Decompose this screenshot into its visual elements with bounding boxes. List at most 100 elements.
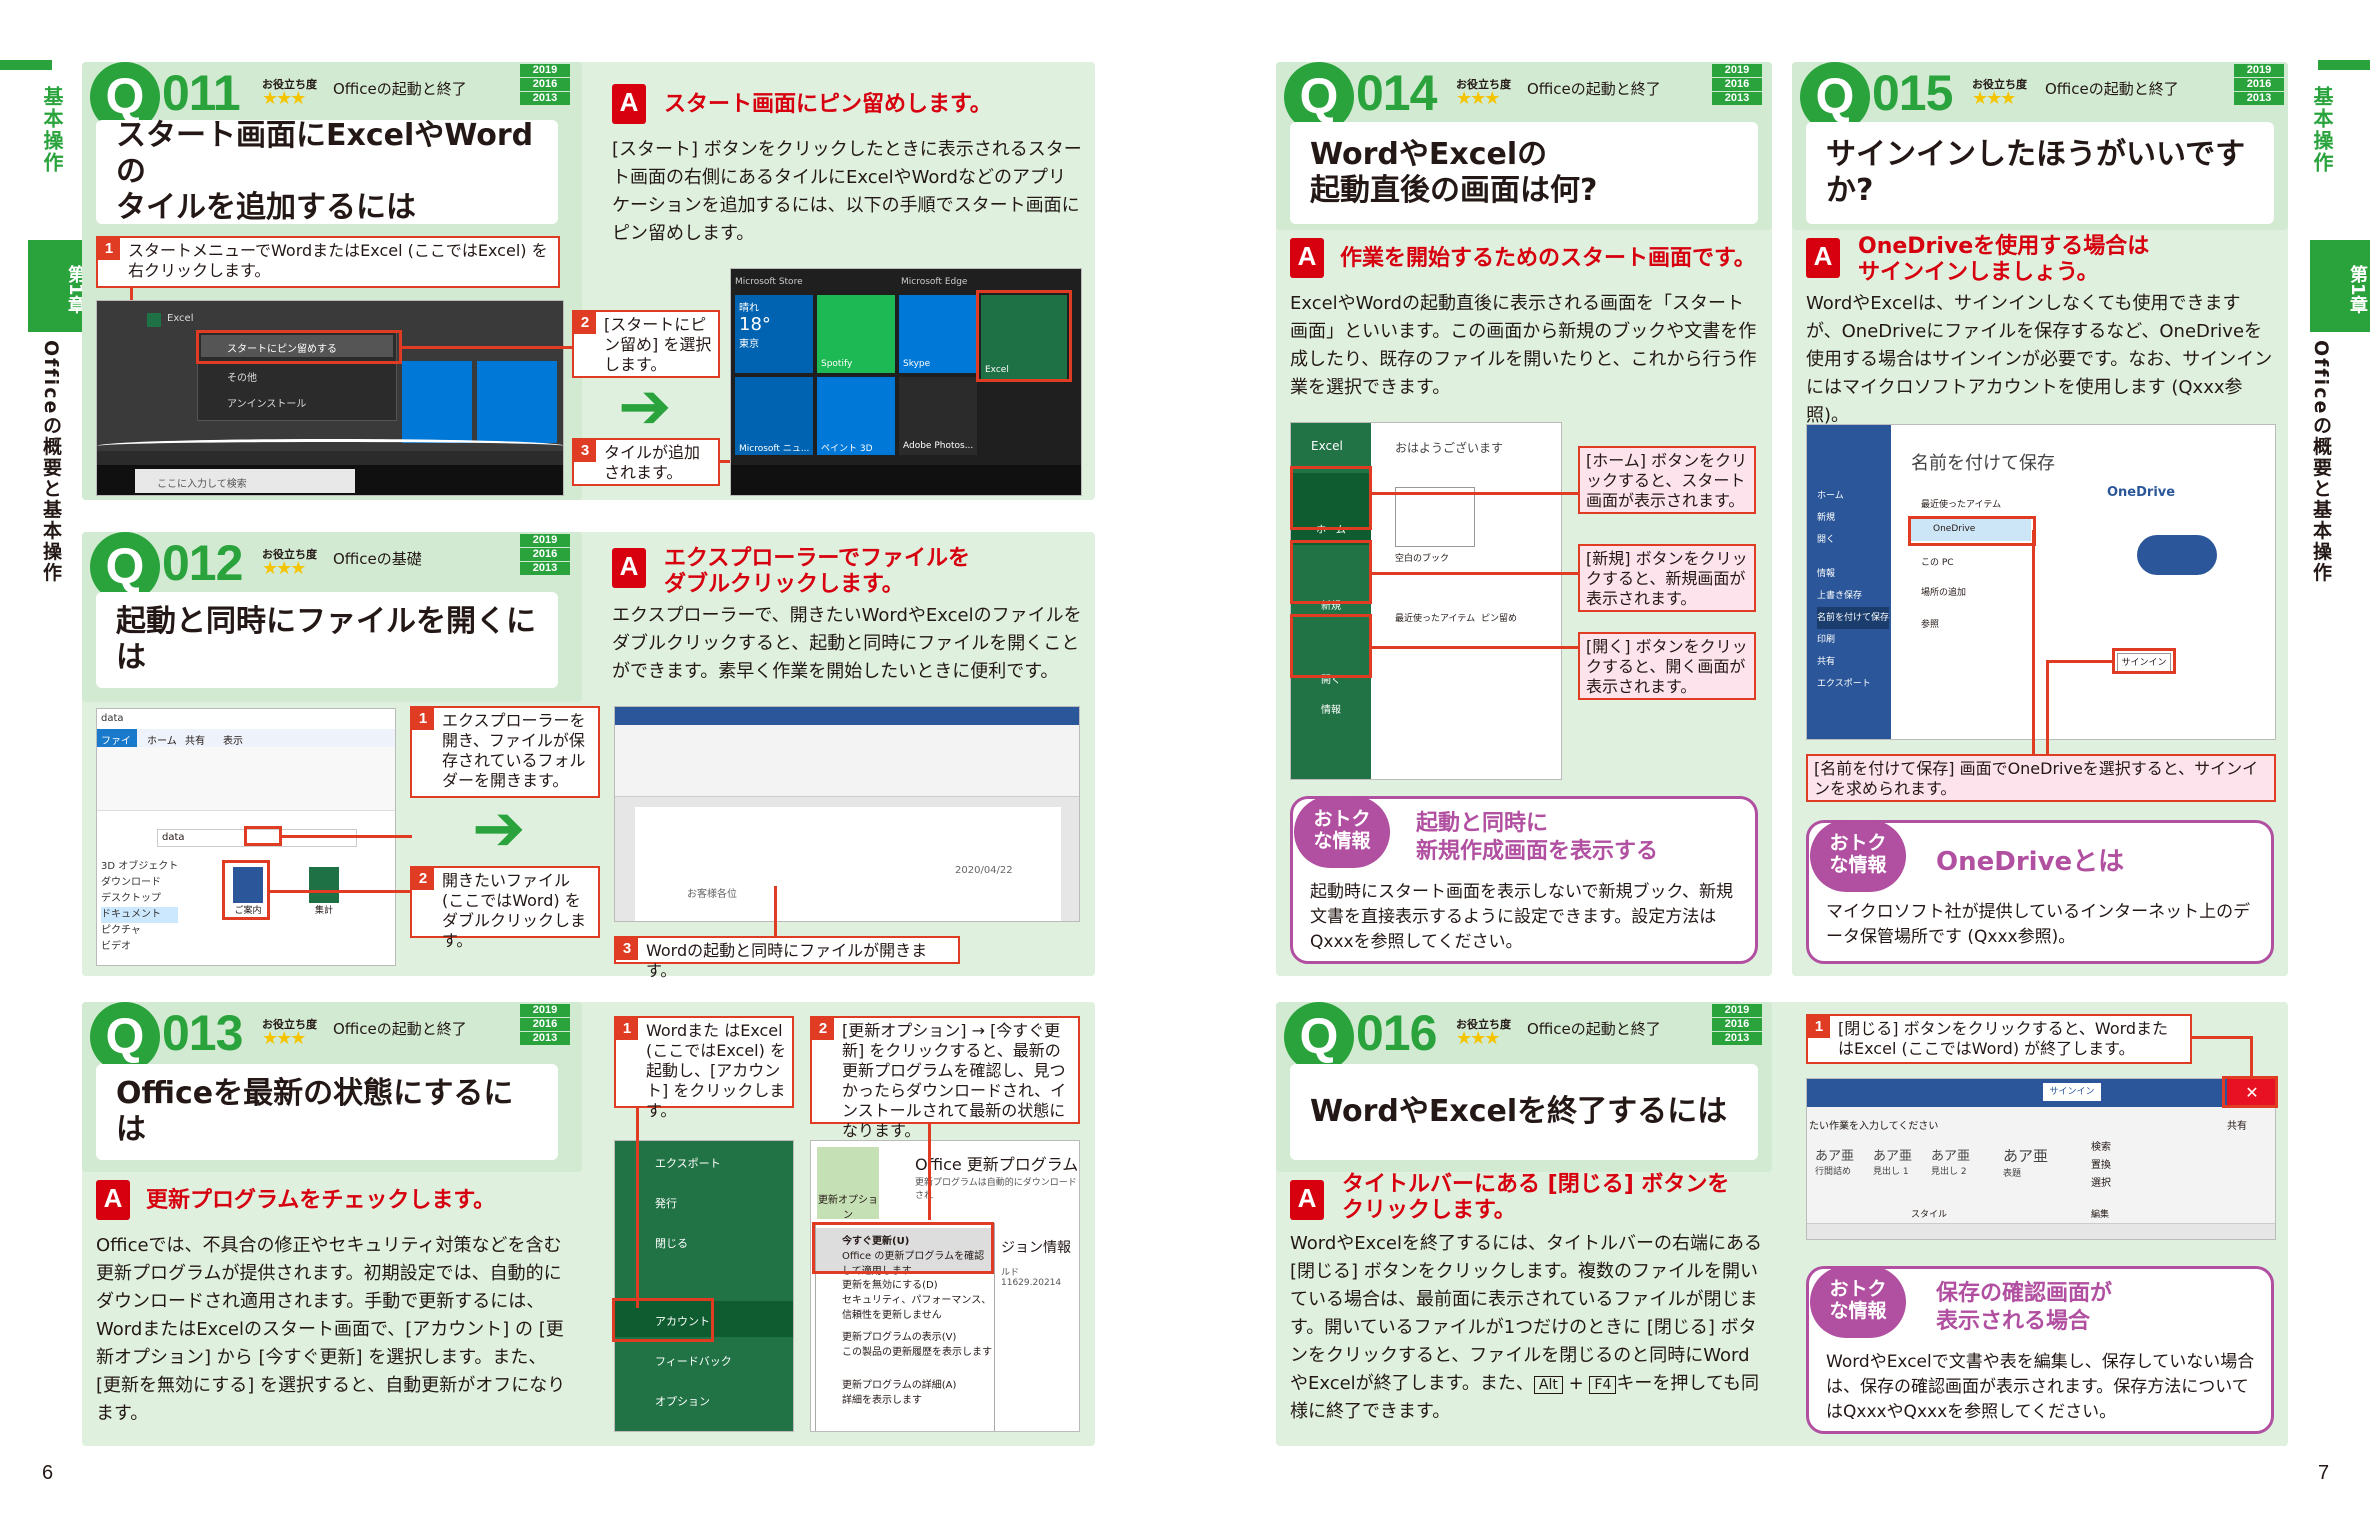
q013-disable-updates[interactable]: 更新を無効にする(D) セキュリティ、パフォーマンス、信頼性を更新しません <box>842 1276 992 1321</box>
q015-browse[interactable]: 参照 <box>1921 617 1939 630</box>
q015-backstage-nav: ホーム 新規 開く 情報 上書き保存 名前を付けて保存 印刷 共有 エクスポート <box>1807 425 1891 739</box>
q012-step2-line <box>270 890 412 893</box>
q016-tip-badge: おトク な情報 <box>1810 1266 1906 1338</box>
q015-caption: [名前を付けて保存] 画面でOneDriveを選択すると、サインインを求められま… <box>1806 754 2276 802</box>
q012-file-excel[interactable]: 集計 <box>303 867 345 925</box>
right-section-label: 基本操作 <box>2310 86 2334 174</box>
q013-view-updates[interactable]: 更新プログラムの表示(V) この製品の更新履歴を表示します <box>842 1328 992 1358</box>
q013-step2: 2 [更新オプション] → [今すぐ更新] をクリックすると、最新の更新プログラム… <box>810 1016 1080 1140</box>
q015-highlight-onedrive <box>1908 516 2036 546</box>
q015-stars: ★★★ <box>1972 88 2016 109</box>
q015-body: WordやExcelは、サインインしなくても使用できますが、OneDriveにフ… <box>1806 293 2273 426</box>
q011-menu-other[interactable]: その他 <box>227 369 257 384</box>
q016-body: WordやExcelを終了するには、タイトルバーの右端にある [閉じる] ボタン… <box>1290 1233 1762 1422</box>
q011-tile-adobe[interactable]: Adobe Photos... <box>899 377 977 455</box>
q014-line1 <box>1372 492 1578 495</box>
q011-arrow-icon: ➔ <box>618 370 672 444</box>
q016-word-ribbon-screenshot: サインイン ✕ たい作業を入力してください 共有 あア亜 行間詰め あア亜 見出し … <box>1806 1078 2276 1240</box>
book-spread: 基本操作 第1章 Officeの概要と基本操作 基本操作 第1章 Officeの… <box>0 0 2370 1513</box>
q014-tip-body: 起動時にスタート画面を表示しないで新規ブック、新規文書を直接表示するように設定で… <box>1310 882 1733 952</box>
q014-answer: 作業を開始するためのスタート画面です。 <box>1340 246 1756 271</box>
q016-tip-title: 保存の確認画面が 表示される場合 <box>1936 1281 2113 1334</box>
q013-menu-options[interactable]: オプション <box>655 1393 710 1409</box>
q013-menu-close[interactable]: 閉じる <box>655 1235 688 1251</box>
q014-callout-open: [開く] ボタンをクリックすると、開く画面が表示されます。 <box>1578 632 1756 700</box>
q013-highlight-account <box>612 1298 714 1342</box>
q014-blank-workbook[interactable] <box>1395 487 1475 547</box>
q011-stars: ★★★ <box>262 88 306 109</box>
q015-this-pc[interactable]: この PC <box>1921 555 1954 568</box>
q014-highlight-new <box>1290 540 1372 604</box>
q011-step2: 2 [スタートにピン留め] を選択します。 <box>572 310 720 378</box>
q012-arrow-icon: ➔ <box>472 792 526 866</box>
q014-a-badge: A <box>1290 238 1324 278</box>
left-chapter-box: 第1章 <box>28 240 88 332</box>
q013-step1-line <box>636 1108 639 1308</box>
q012-step3: 3 Wordの起動と同時にファイルが開きます。 <box>614 936 960 980</box>
q011-tile-skype[interactable]: Skype <box>899 295 977 373</box>
q012-tab-view[interactable]: 表示 <box>223 732 243 747</box>
q013-category: Officeの起動と終了 <box>333 1020 467 1038</box>
q016-answer: タイトルバーにある [閉じる] ボタンを クリックします。 <box>1342 1172 1730 1223</box>
q014-category: Officeの起動と終了 <box>1527 80 1661 98</box>
q012-highlight-word-file <box>222 860 270 920</box>
q013-number: 013 <box>162 1005 243 1061</box>
q012-tab-file[interactable]: ファイル <box>97 729 137 762</box>
q012-word-screenshot: 2020/04/22 お客様各位 <box>614 706 1080 922</box>
q012-tab-home[interactable]: ホーム <box>147 732 177 747</box>
q012-highlight-address <box>244 826 282 846</box>
q011-tile-news[interactable]: Microsoft ニュ... <box>735 377 813 455</box>
q015-recent[interactable]: 最近使ったアイテム <box>1921 497 2001 510</box>
q011-tile-spotify[interactable]: Spotify <box>817 295 895 373</box>
q016-style-title[interactable]: あア亜 表題 <box>2003 1145 2048 1179</box>
q011-highlight-pin <box>196 330 402 364</box>
q012-stars: ★★★ <box>262 558 306 579</box>
q013-title: Officeを最新の状態にするには <box>96 1064 558 1160</box>
q016-title: WordやExcelを終了するには <box>1290 1064 1758 1160</box>
q014-line3 <box>1372 646 1578 649</box>
q011-a-badge: A <box>612 84 646 124</box>
q011-tile-paint[interactable]: ペイント 3D <box>817 377 895 455</box>
q011-step2-line <box>402 346 572 349</box>
q012-title: 起動と同時にファイルを開くには <box>96 592 558 688</box>
right-chapter-box: 第1章 <box>2310 240 2370 332</box>
q015-add-place[interactable]: 場所の追加 <box>1921 585 1966 598</box>
q011-number: 011 <box>162 65 241 121</box>
q014-callout-new: [新規] ボタンをクリックすると、新規画面が表示されます。 <box>1578 544 1756 612</box>
q011-search-box[interactable]: ここに入力して検索 <box>135 469 355 493</box>
q013-update-options-btn[interactable]: 更新オプション <box>817 1147 879 1221</box>
q012-number: 012 <box>162 535 243 591</box>
q011-menu-excel: Excel <box>167 313 194 324</box>
q015-saveas-screenshot: ホーム 新規 開く 情報 上書き保存 名前を付けて保存 印刷 共有 エクスポート 名前を付けて保… <box>1806 424 2276 740</box>
q011-title: スタート画面にExcelやWordの タイルを追加するには <box>96 118 558 225</box>
q013-about-updates[interactable]: 更新プログラムの詳細(A) 詳細を表示します <box>842 1376 992 1406</box>
q011-tile-a <box>402 361 472 443</box>
q016-style-3[interactable]: あア亜 見出し 2 <box>1931 1145 1970 1177</box>
q013-menu-feedback[interactable]: フィードバック <box>655 1353 732 1369</box>
q011-wave <box>97 439 563 453</box>
q013-answer: 更新プログラムをチェックします。 <box>146 1188 496 1213</box>
q016-signin-btn[interactable]: サインイン <box>2043 1083 2101 1101</box>
q012-tab-share[interactable]: 共有 <box>185 732 205 747</box>
q012-body: エクスプローラーで、開きたいWordやExcelのファイルをダブルクリックすると… <box>612 605 1082 682</box>
q011-tile-weather[interactable]: 晴れ 18° 東京 <box>735 295 813 373</box>
q012-step1: 1 エクスプローラーを開き、ファイルが保存されているフォルダーを開きます。 <box>410 706 600 798</box>
q011-menu-uninstall[interactable]: アンインストール <box>227 395 306 410</box>
right-chapter-title: Officeの概要と基本操作 <box>2310 340 2332 584</box>
q015-title: サインインしたほうがいいですか? <box>1806 122 2274 224</box>
q014-title: WordやExcelの 起動直後の画面は何? <box>1290 122 1758 224</box>
q013-menu-publish[interactable]: 発行 <box>655 1195 677 1211</box>
q016-style-2[interactable]: あア亜 見出し 1 <box>1873 1145 1912 1177</box>
q011-step1: 1 スタートメニューでWordまたはExcel (ここではExcel) を右クリッ… <box>96 236 560 288</box>
q013-menu-export[interactable]: エクスポート <box>655 1155 721 1171</box>
q014-nav-info[interactable]: 情報 <box>1321 701 1341 716</box>
q012-nav-pane: 3D オブジェクト ダウンロード デスクトップ ドキュメント ピクチャ ビデオ <box>101 861 179 952</box>
q016-share[interactable]: 共有 <box>2227 1117 2247 1132</box>
q011-step3: 3 タイルが追加されます。 <box>572 438 720 486</box>
q014-highlight-open <box>1290 614 1372 678</box>
left-chapter-title: Officeの概要と基本操作 <box>40 340 62 584</box>
q012-category: Officeの基礎 <box>333 550 422 568</box>
q016-style-1[interactable]: あア亜 行間詰め <box>1815 1145 1854 1177</box>
q015-number: 015 <box>1872 65 1953 121</box>
q016-category: Officeの起動と終了 <box>1527 1020 1661 1038</box>
